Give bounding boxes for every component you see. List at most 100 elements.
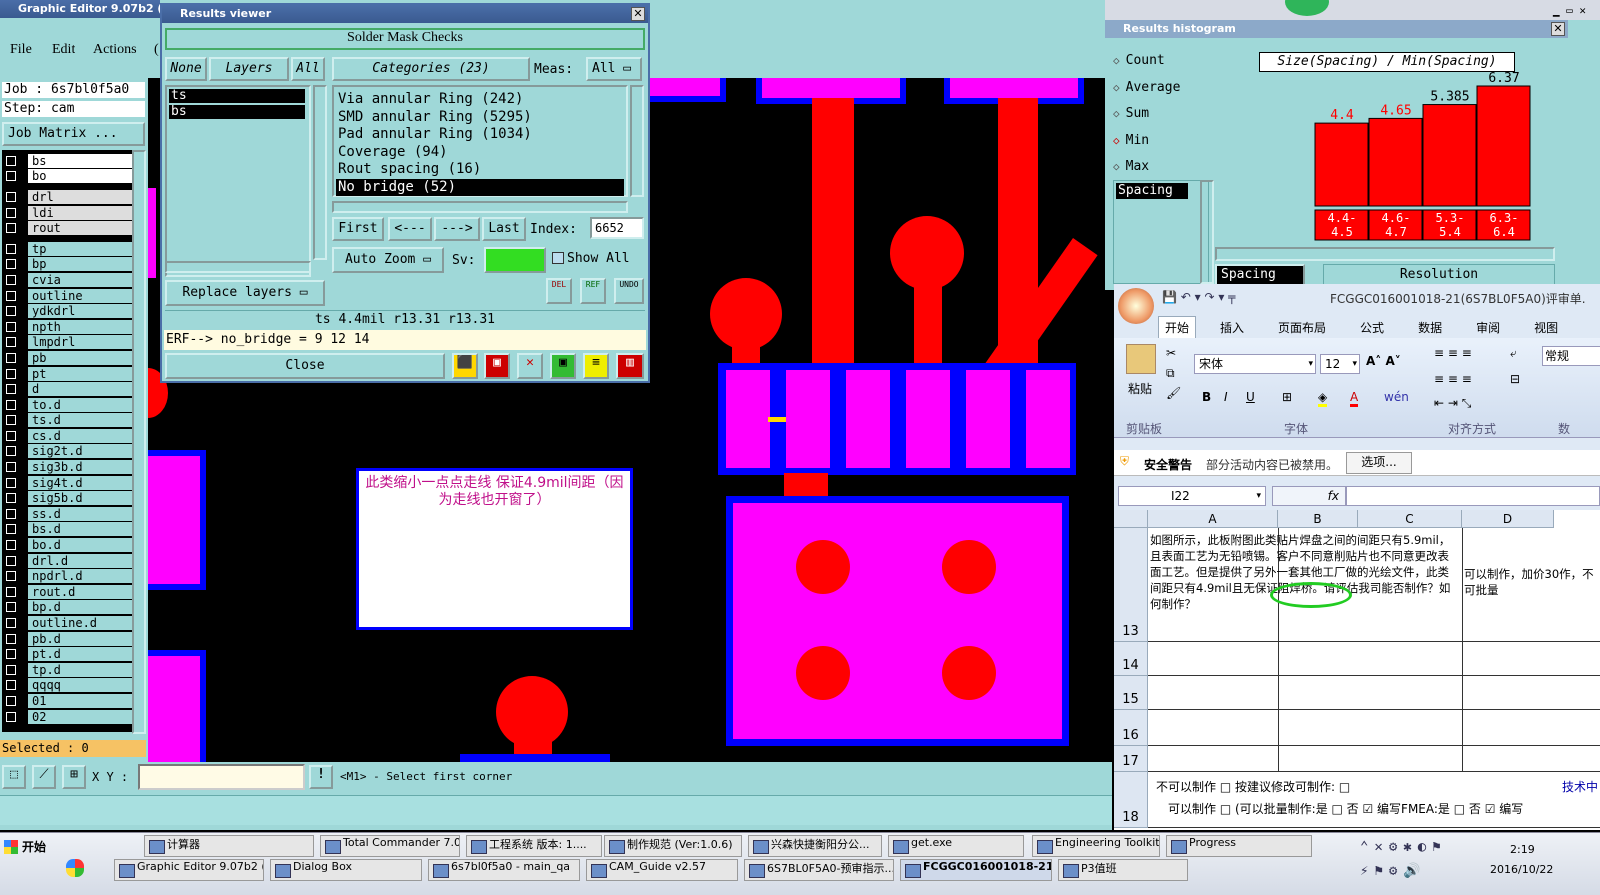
taskbar-button[interactable]: 工程系统 版本: 1.... xyxy=(466,835,602,857)
histogram-option[interactable]: ◇ Average xyxy=(1113,75,1209,102)
format-painter-icon[interactable]: 🖌 xyxy=(1166,386,1181,400)
layer-checkbox[interactable] xyxy=(6,399,16,410)
layer-checkbox[interactable] xyxy=(6,555,16,566)
close-icon[interactable]: ✕ xyxy=(631,7,645,21)
layer-row[interactable]: rout xyxy=(2,220,132,236)
layer-row[interactable]: qqqq xyxy=(2,678,132,694)
layer-row[interactable]: sig3b.d xyxy=(2,459,132,475)
quick-access-toolbar[interactable]: 💾 ↶ ▾ ↷ ▾ ╤ xyxy=(1162,290,1235,304)
layer-row[interactable]: ss.d xyxy=(2,506,132,522)
taskbar-button[interactable]: get.exe xyxy=(888,835,1024,857)
layer-checkbox[interactable] xyxy=(6,155,16,166)
grow-font-icon[interactable]: A˄ A˅ xyxy=(1366,354,1401,368)
fx-icon[interactable]: fx xyxy=(1272,486,1346,506)
corner-cell[interactable] xyxy=(1114,510,1148,528)
indent-icon[interactable]: ⇤ ⇥ ⤡ xyxy=(1434,396,1471,411)
ribbon-tab[interactable]: 视图 xyxy=(1528,317,1564,338)
layer-row[interactable]: 02 xyxy=(2,709,132,725)
layer-row[interactable]: ldi xyxy=(2,205,132,221)
layer-list[interactable]: bs bo drl ldi rout tp bp cvia outline ydkdrl npth l… xyxy=(2,150,132,732)
next-button[interactable]: ---> xyxy=(434,217,480,241)
last-button[interactable]: Last xyxy=(482,217,526,241)
grid-tool-icon[interactable]: ⊞ xyxy=(62,765,86,789)
menu-more[interactable]: ( xyxy=(154,42,159,58)
alert-icon[interactable]: ! xyxy=(309,765,333,789)
layer-checkbox[interactable] xyxy=(6,602,16,613)
layer-results-hscroll[interactable] xyxy=(165,261,311,273)
auto-zoom-dropdown[interactable]: Auto Zoom ▭ xyxy=(332,247,444,273)
layer-result-ts[interactable]: ts xyxy=(169,89,305,103)
layer-row[interactable]: drl xyxy=(2,189,132,205)
layer-row[interactable]: d xyxy=(2,381,132,397)
paste-icon[interactable] xyxy=(1126,344,1156,374)
layer-checkbox[interactable] xyxy=(6,695,16,706)
layer-checkbox[interactable] xyxy=(6,337,16,348)
tool-icon-5[interactable]: ≡ xyxy=(583,353,609,379)
layer-results-vscroll[interactable] xyxy=(313,85,327,260)
taskbar-button[interactable]: 计算器 xyxy=(144,835,314,857)
layer-row[interactable]: pt.d xyxy=(2,646,132,662)
layer-row[interactable]: sig4t.d xyxy=(2,475,132,491)
spacing-dropdown[interactable]: Spacing xyxy=(1215,264,1305,286)
taskbar-button[interactable]: 兴森快捷衡阳分公... xyxy=(748,835,882,857)
layer-checkbox[interactable] xyxy=(6,680,16,691)
row-header[interactable]: 15 xyxy=(1114,676,1148,710)
layer-checkbox[interactable] xyxy=(6,306,16,317)
layer-row[interactable]: pb xyxy=(2,350,132,366)
layer-results-list[interactable]: ts bs xyxy=(165,85,311,277)
spacing-item[interactable]: Spacing xyxy=(1116,183,1188,199)
row-header[interactable]: 17 xyxy=(1114,746,1148,772)
sheet-grid[interactable]: A B C D 13 14 15 16 17 18 如图所示，此板附图此类贴片焊盘之间的间距只有5.… xyxy=(1114,510,1600,830)
show-all-checkbox[interactable] xyxy=(552,252,564,264)
tool-icon-2[interactable]: ▣ xyxy=(484,353,510,379)
radio-icon[interactable]: ◇ xyxy=(1113,77,1120,99)
row-header[interactable]: 18 xyxy=(1114,772,1148,828)
window-controls[interactable]: ▁ ▭ ✕ xyxy=(1553,4,1586,17)
close-button[interactable]: Close xyxy=(165,353,445,379)
category-item[interactable]: SMD annular Ring (5295) xyxy=(336,109,624,127)
prev-button[interactable]: <--- xyxy=(388,217,432,241)
taskbar-button[interactable]: 6S7BL0F5A0-预审指示... xyxy=(744,859,894,881)
layer-row[interactable]: ts.d xyxy=(2,413,132,429)
layer-checkbox[interactable] xyxy=(6,633,16,644)
office-button[interactable] xyxy=(1118,288,1154,324)
undo-icon[interactable]: UNDO xyxy=(614,278,644,304)
histogram-option[interactable]: ◇ Max xyxy=(1113,154,1209,181)
taskbar-button[interactable]: FCGGC016001018-21(... xyxy=(900,859,1052,881)
number-format-select[interactable]: 常规 xyxy=(1542,346,1600,366)
ribbon-tab[interactable]: 页面布局 xyxy=(1272,317,1332,338)
layer-row[interactable]: sig2t.d xyxy=(2,444,132,460)
layers-button[interactable]: Layers xyxy=(209,57,289,81)
histogram-close-icon[interactable]: ✕ xyxy=(1551,22,1565,36)
row-header[interactable]: 16 xyxy=(1114,710,1148,746)
cell-d13[interactable]: 可以制作，加价30作，不可批量 xyxy=(1464,566,1598,606)
font-name-select[interactable]: 宋体 ▾ xyxy=(1194,354,1316,374)
layer-checkbox[interactable] xyxy=(6,321,16,332)
select-tool-icon[interactable]: ⬚ xyxy=(2,765,26,789)
column-header[interactable]: A xyxy=(1148,510,1278,528)
name-box[interactable]: I22 ▾ xyxy=(1118,486,1266,506)
phonetic-icon[interactable]: wén xyxy=(1384,390,1409,404)
layer-checkbox[interactable] xyxy=(6,664,16,675)
layer-checkbox[interactable] xyxy=(6,207,16,218)
tool-icon-1[interactable]: ⬛ xyxy=(452,353,478,379)
layer-row[interactable]: pt xyxy=(2,366,132,382)
layer-checkbox[interactable] xyxy=(6,618,16,629)
category-item[interactable]: Rout spacing (16) xyxy=(336,161,624,179)
tool-icon-4[interactable]: ▣ xyxy=(550,353,576,379)
layer-row[interactable]: sig5b.d xyxy=(2,490,132,506)
menu-file[interactable]: File xyxy=(10,42,32,58)
taskbar-button[interactable]: CAM_Guide v2.57 xyxy=(586,859,738,881)
layer-result-bs[interactable]: bs xyxy=(169,105,305,119)
taskbar-button[interactable]: Engineering Toolkit 9.... xyxy=(1032,835,1160,857)
measure-tool-icon[interactable]: ⟋ xyxy=(32,765,56,789)
layer-row[interactable]: bs xyxy=(2,153,132,169)
fill-color-icon[interactable]: ◈ xyxy=(1318,390,1328,407)
radio-icon[interactable]: ◇ xyxy=(1113,50,1120,72)
category-item[interactable]: Coverage (94) xyxy=(336,144,624,162)
column-header[interactable]: D xyxy=(1462,510,1554,528)
tray-icons[interactable]: ⌃✕⚙✱◐⚑ xyxy=(1360,839,1447,855)
start-button[interactable]: 开始 xyxy=(2,835,58,859)
del-icon[interactable]: DEL xyxy=(546,278,572,304)
first-button[interactable]: First xyxy=(332,217,384,241)
